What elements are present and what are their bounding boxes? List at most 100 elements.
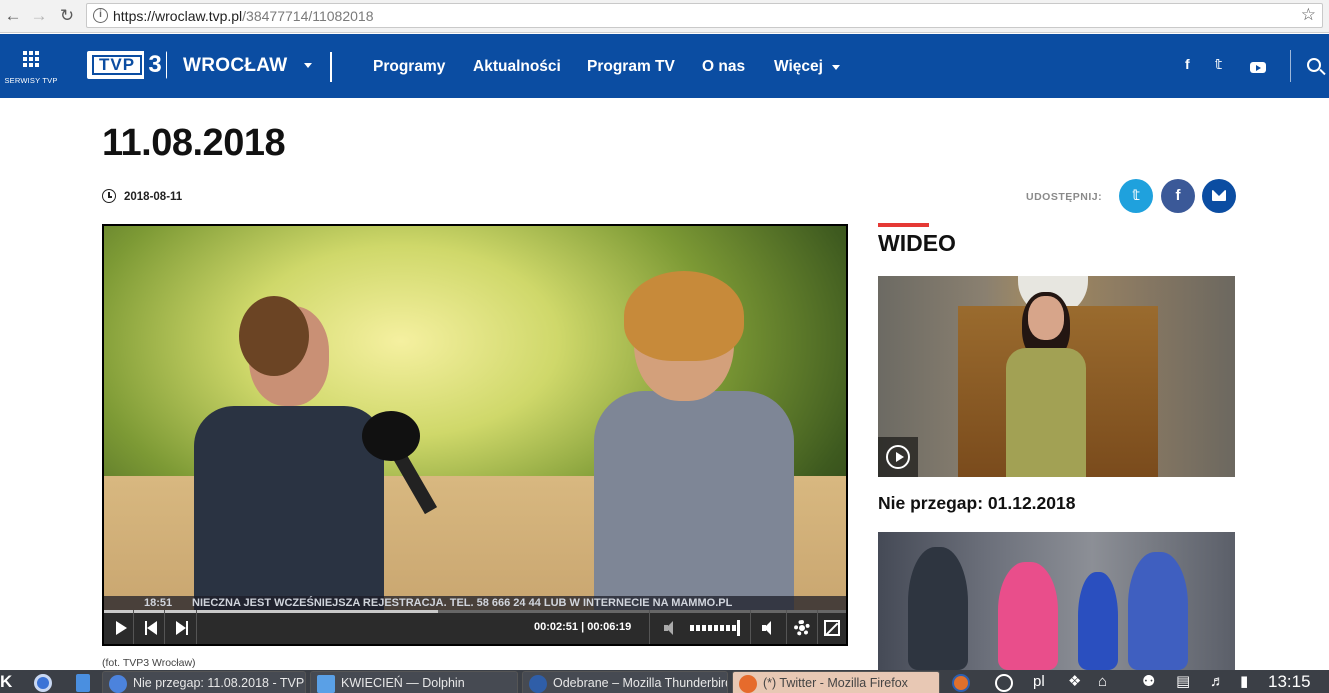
photo-caption: (fot. TVP3 Wrocław) xyxy=(102,657,196,669)
task-thunderbird[interactable]: Odebrane – Mozilla Thunderbird xyxy=(522,671,728,693)
volume-icon[interactable] xyxy=(762,621,778,635)
article-date: 2018-08-11 xyxy=(124,191,183,203)
nav-program-tv[interactable]: Program TV xyxy=(587,58,675,76)
control-divider xyxy=(786,610,787,644)
header-divider xyxy=(330,52,332,82)
nav-aktualnosci[interactable]: Aktualności xyxy=(473,58,561,76)
video-frame[interactable]: 18:51 NIECZNA JEST WCZEŚNIEJSZA REJESTRAC… xyxy=(104,226,846,616)
section-title: WIDEO xyxy=(878,230,956,256)
region-dropdown-caret-icon[interactable] xyxy=(304,63,312,68)
serwisy-label: SERWISY TVP xyxy=(4,76,58,85)
task-label: (*) Twitter - Mozilla Firefox xyxy=(763,676,908,690)
video-item-title[interactable]: Nie przegap: 01.12.2018 xyxy=(878,493,1075,514)
task-firefox[interactable]: (*) Twitter - Mozilla Firefox xyxy=(732,671,940,693)
speaker-icon[interactable]: ♬ xyxy=(1210,670,1225,693)
back-arrow-icon[interactable]: ← xyxy=(2,5,24,27)
tvp3-logo[interactable]: TVP 3 xyxy=(87,51,167,79)
control-divider xyxy=(817,610,818,644)
mute-icon[interactable] xyxy=(664,621,676,635)
logo-number: 3 xyxy=(144,51,166,79)
firefox-tray-icon[interactable] xyxy=(952,674,970,692)
nav-programy[interactable]: Programy xyxy=(373,58,445,76)
video-thumbnail[interactable] xyxy=(878,532,1235,670)
url-path: /38477714/11082018 xyxy=(242,8,374,24)
volume-slider[interactable] xyxy=(690,625,736,631)
taskbar: K Nie przegap: 11.08.2018 - TVP KWIECIEŃ… xyxy=(0,670,1329,693)
task-label: KWIECIEŃ — Dolphin xyxy=(341,676,465,690)
info-icon[interactable]: i xyxy=(93,8,108,23)
clock-icon xyxy=(102,189,116,203)
header-search-divider xyxy=(1290,50,1291,82)
forward-arrow-icon[interactable]: → xyxy=(28,5,50,27)
browser-toolbar: ← → ↻ i https://wroclaw.tvp.pl/38477714/… xyxy=(0,0,1329,33)
logo-tvp-text: TVP xyxy=(92,55,142,75)
clipboard-icon[interactable]: ▤ xyxy=(1176,670,1190,693)
control-divider xyxy=(196,610,197,644)
volume-knob[interactable] xyxy=(737,620,740,636)
nav-wiecej[interactable]: Więcej xyxy=(774,58,823,76)
youtube-icon[interactable] xyxy=(1250,62,1266,73)
twitter-icon[interactable]: 𝕥 xyxy=(1215,56,1222,73)
folder-icon xyxy=(317,675,335,693)
chromium-icon xyxy=(109,675,127,693)
play-button[interactable] xyxy=(114,618,128,638)
share-facebook-button[interactable]: f xyxy=(1161,179,1195,213)
share-email-button[interactable] xyxy=(1202,179,1236,213)
control-divider xyxy=(133,610,134,644)
system-clock[interactable]: 13:15 xyxy=(1268,670,1311,693)
battery-icon[interactable]: ▮ xyxy=(1240,670,1248,693)
wifi-icon[interactable]: ⌂ xyxy=(1098,670,1107,693)
section-accent-bar xyxy=(878,223,929,227)
keyboard-layout[interactable]: pl xyxy=(1033,670,1045,693)
task-dolphin[interactable]: KWIECIEŃ — Dolphin xyxy=(310,671,518,693)
document-launcher-icon[interactable] xyxy=(76,674,90,692)
video-thumbnail[interactable] xyxy=(878,276,1235,477)
more-caret-icon[interactable] xyxy=(832,65,840,70)
share-twitter-button[interactable]: 𝕥 xyxy=(1119,179,1153,213)
control-divider xyxy=(164,610,165,644)
fullscreen-icon[interactable] xyxy=(824,620,840,636)
ticker-time: 18:51 xyxy=(144,597,173,609)
user-icon[interactable]: ⚉ xyxy=(1142,670,1155,693)
task-label: Odebrane – Mozilla Thunderbird xyxy=(553,676,728,690)
control-divider xyxy=(750,610,751,644)
browser-launcher-icon[interactable] xyxy=(34,674,52,692)
share-label: UDOSTĘPNIJ: xyxy=(1026,191,1103,203)
search-icon[interactable] xyxy=(1307,58,1321,72)
reload-icon[interactable]: ↻ xyxy=(56,5,78,27)
thunderbird-icon xyxy=(529,675,547,693)
previous-button[interactable] xyxy=(144,618,158,638)
gear-icon[interactable] xyxy=(794,620,810,636)
address-bar[interactable]: i https://wroclaw.tvp.pl/38477714/110820… xyxy=(86,3,1323,28)
task-chromium[interactable]: Nie przegap: 11.08.2018 - TVP xyxy=(102,671,306,693)
progress-fill xyxy=(104,610,438,613)
progress-bar[interactable] xyxy=(104,610,846,613)
site-header: SERWISY TVP TVP 3 WROCŁAW Programy Aktua… xyxy=(0,34,1329,98)
next-button[interactable] xyxy=(176,618,190,638)
region-name[interactable]: WROCŁAW xyxy=(183,55,287,77)
play-circle-icon[interactable] xyxy=(878,437,918,477)
grid-icon xyxy=(23,51,39,67)
dropbox-icon[interactable]: ❖ xyxy=(1068,670,1081,693)
bookmark-star-icon[interactable]: ☆ xyxy=(1301,5,1316,25)
reporter-figure xyxy=(194,296,384,616)
kmenu-launcher[interactable]: K xyxy=(0,670,12,693)
microphone-icon xyxy=(362,411,420,461)
serwisy-tvp-button[interactable]: SERWISY TVP xyxy=(0,34,62,98)
firefox-icon xyxy=(739,675,757,693)
video-player[interactable]: 18:51 NIECZNA JEST WCZEŚNIEJSZA REJESTRAC… xyxy=(102,224,848,646)
news-ticker: 18:51 NIECZNA JEST WCZEŚNIEJSZA REJESTRAC… xyxy=(104,596,846,610)
nav-o-nas[interactable]: O nas xyxy=(702,58,745,76)
url-host: https://wroclaw.tvp.pl xyxy=(113,8,243,24)
ticker-text: NIECZNA JEST WCZEŚNIEJSZA REJESTRACJA. T… xyxy=(192,597,733,609)
url-text[interactable]: https://wroclaw.tvp.pl/38477714/11082018 xyxy=(113,8,374,24)
player-controls: 00:02:51 | 00:06:19 xyxy=(104,610,846,644)
page-title: 11.08.2018 xyxy=(102,122,286,164)
control-divider xyxy=(649,610,650,644)
interviewee-figure xyxy=(594,271,794,611)
update-icon[interactable] xyxy=(995,674,1013,692)
time-display: 00:02:51 | 00:06:19 xyxy=(534,621,632,633)
facebook-icon[interactable]: f xyxy=(1185,56,1190,72)
task-label: Nie przegap: 11.08.2018 - TVP xyxy=(133,676,305,690)
envelope-icon xyxy=(1212,190,1226,201)
